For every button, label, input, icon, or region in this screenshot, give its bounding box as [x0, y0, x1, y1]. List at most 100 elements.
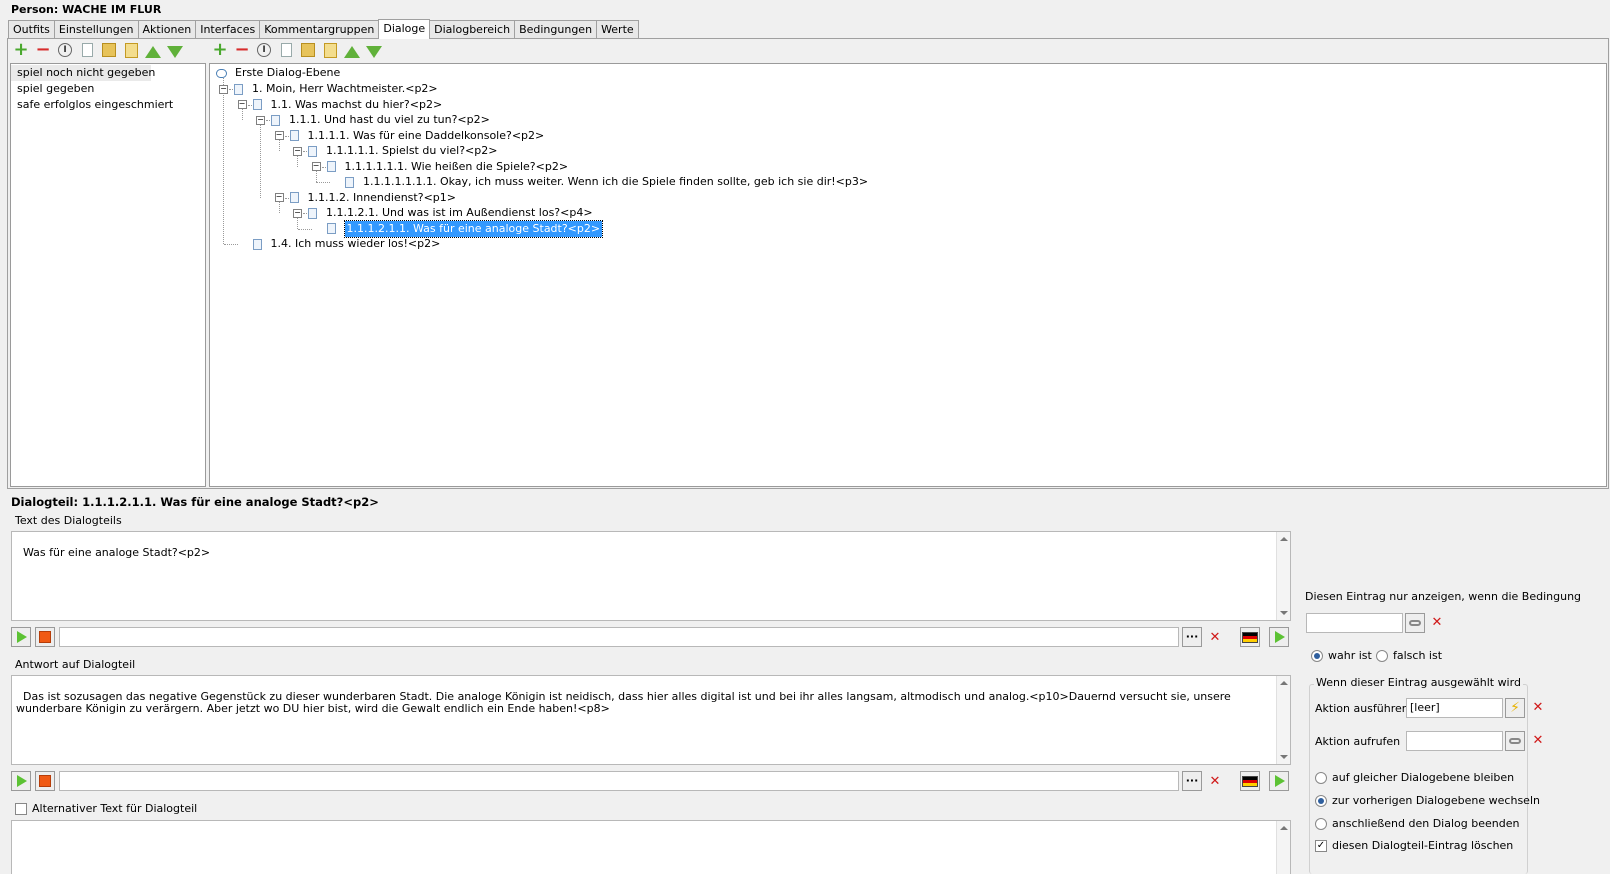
radio-true[interactable]: [1311, 649, 1323, 662]
link-icon[interactable]: [1405, 613, 1425, 633]
tree-guide-line: [260, 124, 261, 198]
link-icon[interactable]: [1505, 731, 1525, 751]
tree-node-label: 1.1.1.2.1. Und was ist im Außendienst lo…: [326, 206, 593, 219]
radio-previous-level[interactable]: [1315, 794, 1327, 807]
move-down-icon[interactable]: [365, 41, 383, 59]
edit-icon[interactable]: [277, 41, 295, 59]
clear-icon[interactable]: ✕: [1207, 630, 1223, 646]
action-run-input[interactable]: [leer]: [1406, 698, 1503, 718]
tab-outfits[interactable]: Outfits: [8, 20, 55, 39]
rename-icon[interactable]: I: [255, 41, 273, 59]
tree-node[interactable]: 1.1.1.1.1.1.1. Okay, ich muss weiter. We…: [330, 174, 868, 190]
collapse-toggle-icon[interactable]: −: [219, 84, 228, 94]
action-call-input[interactable]: [1406, 731, 1503, 751]
collapse-toggle-icon[interactable]: −: [274, 193, 284, 202]
tree-node[interactable]: − 1.1.1.2.1. Und was ist im Außendienst l…: [293, 205, 593, 221]
tab-dialoge[interactable]: Dialoge: [378, 19, 431, 39]
collapse-toggle-icon[interactable]: −: [256, 115, 265, 125]
rename-icon[interactable]: I: [56, 41, 74, 59]
answer-text-scrollbar[interactable]: [1276, 676, 1290, 764]
edit-icon[interactable]: [78, 41, 96, 59]
tree-node[interactable]: − 1.1.1.1.1.1. Wie heißen die Spiele?<p2>: [311, 159, 568, 175]
clear-icon[interactable]: ✕: [1429, 615, 1445, 631]
play-icon[interactable]: [1269, 771, 1289, 791]
tree-node[interactable]: − 1.1.1.1. Was für eine Daddelkonsole?<p2…: [274, 128, 544, 144]
collapse-toggle-icon[interactable]: −: [293, 146, 302, 156]
alt-text-scrollbar[interactable]: [1276, 821, 1290, 874]
tree-node[interactable]: − 1.1. Was machst du hier?<p2>: [237, 97, 442, 113]
remove-icon[interactable]: −: [34, 41, 52, 59]
move-up-icon[interactable]: [343, 41, 361, 59]
alt-text-area[interactable]: [11, 820, 1291, 874]
collapse-toggle-icon[interactable]: −: [293, 208, 302, 218]
tree-node-label: 1.1.1.1.1.1.1. Okay, ich muss weiter. We…: [363, 175, 869, 188]
tree-node[interactable]: 1.4. Ich muss wieder los!<p2>: [238, 236, 440, 252]
move-down-icon[interactable]: [166, 41, 184, 59]
option-delete-entry[interactable]: ✓ diesen Dialogteil-Eintrag löschen: [1315, 839, 1513, 852]
copy-icon[interactable]: [100, 41, 118, 59]
answer-text-area[interactable]: Das ist sozusagen das negative Gegenstüc…: [11, 675, 1291, 765]
tree-node[interactable]: − 1.1.1. Und hast du viel zu tun?<p2>: [256, 112, 490, 128]
paste-icon[interactable]: [321, 41, 339, 59]
add-icon[interactable]: +: [211, 41, 229, 59]
clear-icon[interactable]: ✕: [1530, 733, 1546, 749]
tree-node[interactable]: 1.1.1.2.1.1. Was für eine analoge Stadt?…: [312, 219, 604, 238]
condition-false-radio[interactable]: falsch ist: [1376, 649, 1442, 662]
list-item[interactable]: spiel noch nicht gegeben: [11, 65, 155, 81]
dialog-text-scrollbar[interactable]: [1276, 532, 1290, 620]
collapse-toggle-icon[interactable]: −: [311, 162, 321, 171]
audio-file-input[interactable]: [59, 627, 1179, 647]
play-icon[interactable]: [11, 771, 31, 791]
german-flag-icon[interactable]: [1240, 771, 1260, 791]
tree-node[interactable]: − 1.1.1.1.1. Spielst du viel?<p2>: [293, 143, 497, 159]
checkbox-delete-entry[interactable]: ✓: [1315, 839, 1327, 852]
tree-node[interactable]: − 1. Moin, Herr Wachtmeister.<p2>: [219, 81, 438, 97]
clear-icon[interactable]: ✕: [1530, 700, 1546, 716]
option-previous-level[interactable]: zur vorherigen Dialogebene wechseln: [1315, 794, 1540, 807]
tree-node-label: 1.1.1. Und hast du viel zu tun?<p2>: [289, 113, 490, 126]
dialog-text-value: Was für eine analoge Stadt?<p2>: [23, 546, 211, 559]
collapse-toggle-icon[interactable]: −: [274, 131, 284, 140]
option-same-level[interactable]: auf gleicher Dialogebene bleiben: [1315, 771, 1514, 784]
list-item[interactable]: safe erfolglos eingeschmiert: [11, 97, 205, 113]
tab-werte[interactable]: Werte: [596, 20, 639, 39]
stop-icon[interactable]: [35, 771, 55, 791]
condition-true-radio[interactable]: wahr ist: [1311, 649, 1372, 662]
radio-end-dialog[interactable]: [1315, 817, 1327, 830]
copy-icon[interactable]: [299, 41, 317, 59]
tree-node[interactable]: − 1.1.1.2. Innendienst?<p1>: [274, 190, 456, 206]
selection-group-label: Wenn dieser Eintrag ausgewählt wird: [1314, 676, 1523, 689]
option-end-dialog[interactable]: anschließend den Dialog beenden: [1315, 817, 1519, 830]
browse-icon[interactable]: ···: [1182, 627, 1202, 647]
tab-bedingungen[interactable]: Bedingungen: [514, 20, 598, 39]
tab-kommentargruppen[interactable]: Kommentargruppen: [259, 20, 380, 39]
condition-input[interactable]: [1306, 613, 1403, 633]
radio-same-level[interactable]: [1315, 771, 1327, 784]
german-flag-icon[interactable]: [1240, 627, 1260, 647]
tab-aktionen[interactable]: Aktionen: [137, 20, 197, 39]
alt-text-checkbox[interactable]: [15, 802, 27, 815]
add-icon[interactable]: +: [12, 41, 30, 59]
tab-dialogbereich[interactable]: Dialogbereich: [429, 20, 516, 39]
answer-text-value: Das ist sozusagen das negative Gegenstüc…: [16, 690, 1235, 715]
radio-false[interactable]: [1376, 649, 1388, 662]
dialog-text-area[interactable]: Was für eine analoge Stadt?<p2>: [11, 531, 1291, 621]
lightning-icon[interactable]: ⚡: [1505, 698, 1525, 718]
browse-icon[interactable]: ···: [1182, 771, 1202, 791]
tab-interfaces[interactable]: Interfaces: [195, 20, 261, 39]
dialog-node-icon: [326, 223, 336, 234]
remove-icon[interactable]: −: [233, 41, 251, 59]
play-icon[interactable]: [11, 627, 31, 647]
list-item[interactable]: spiel gegeben: [11, 81, 205, 97]
tab-bar: Outfits Einstellungen Aktionen Interfaces Ko…: [8, 19, 639, 39]
tree-root[interactable]: Erste Dialog-Ebene: [216, 65, 340, 81]
play-icon[interactable]: [1269, 627, 1289, 647]
paste-icon[interactable]: [122, 41, 140, 59]
alt-text-checkbox-row[interactable]: Alternativer Text für Dialogteil: [15, 802, 197, 815]
stop-icon[interactable]: [35, 627, 55, 647]
tab-einstellungen[interactable]: Einstellungen: [53, 20, 139, 39]
audio-file-input[interactable]: [59, 771, 1179, 791]
move-up-icon[interactable]: [144, 41, 162, 59]
clear-icon[interactable]: ✕: [1207, 774, 1223, 790]
collapse-toggle-icon[interactable]: −: [237, 100, 247, 109]
